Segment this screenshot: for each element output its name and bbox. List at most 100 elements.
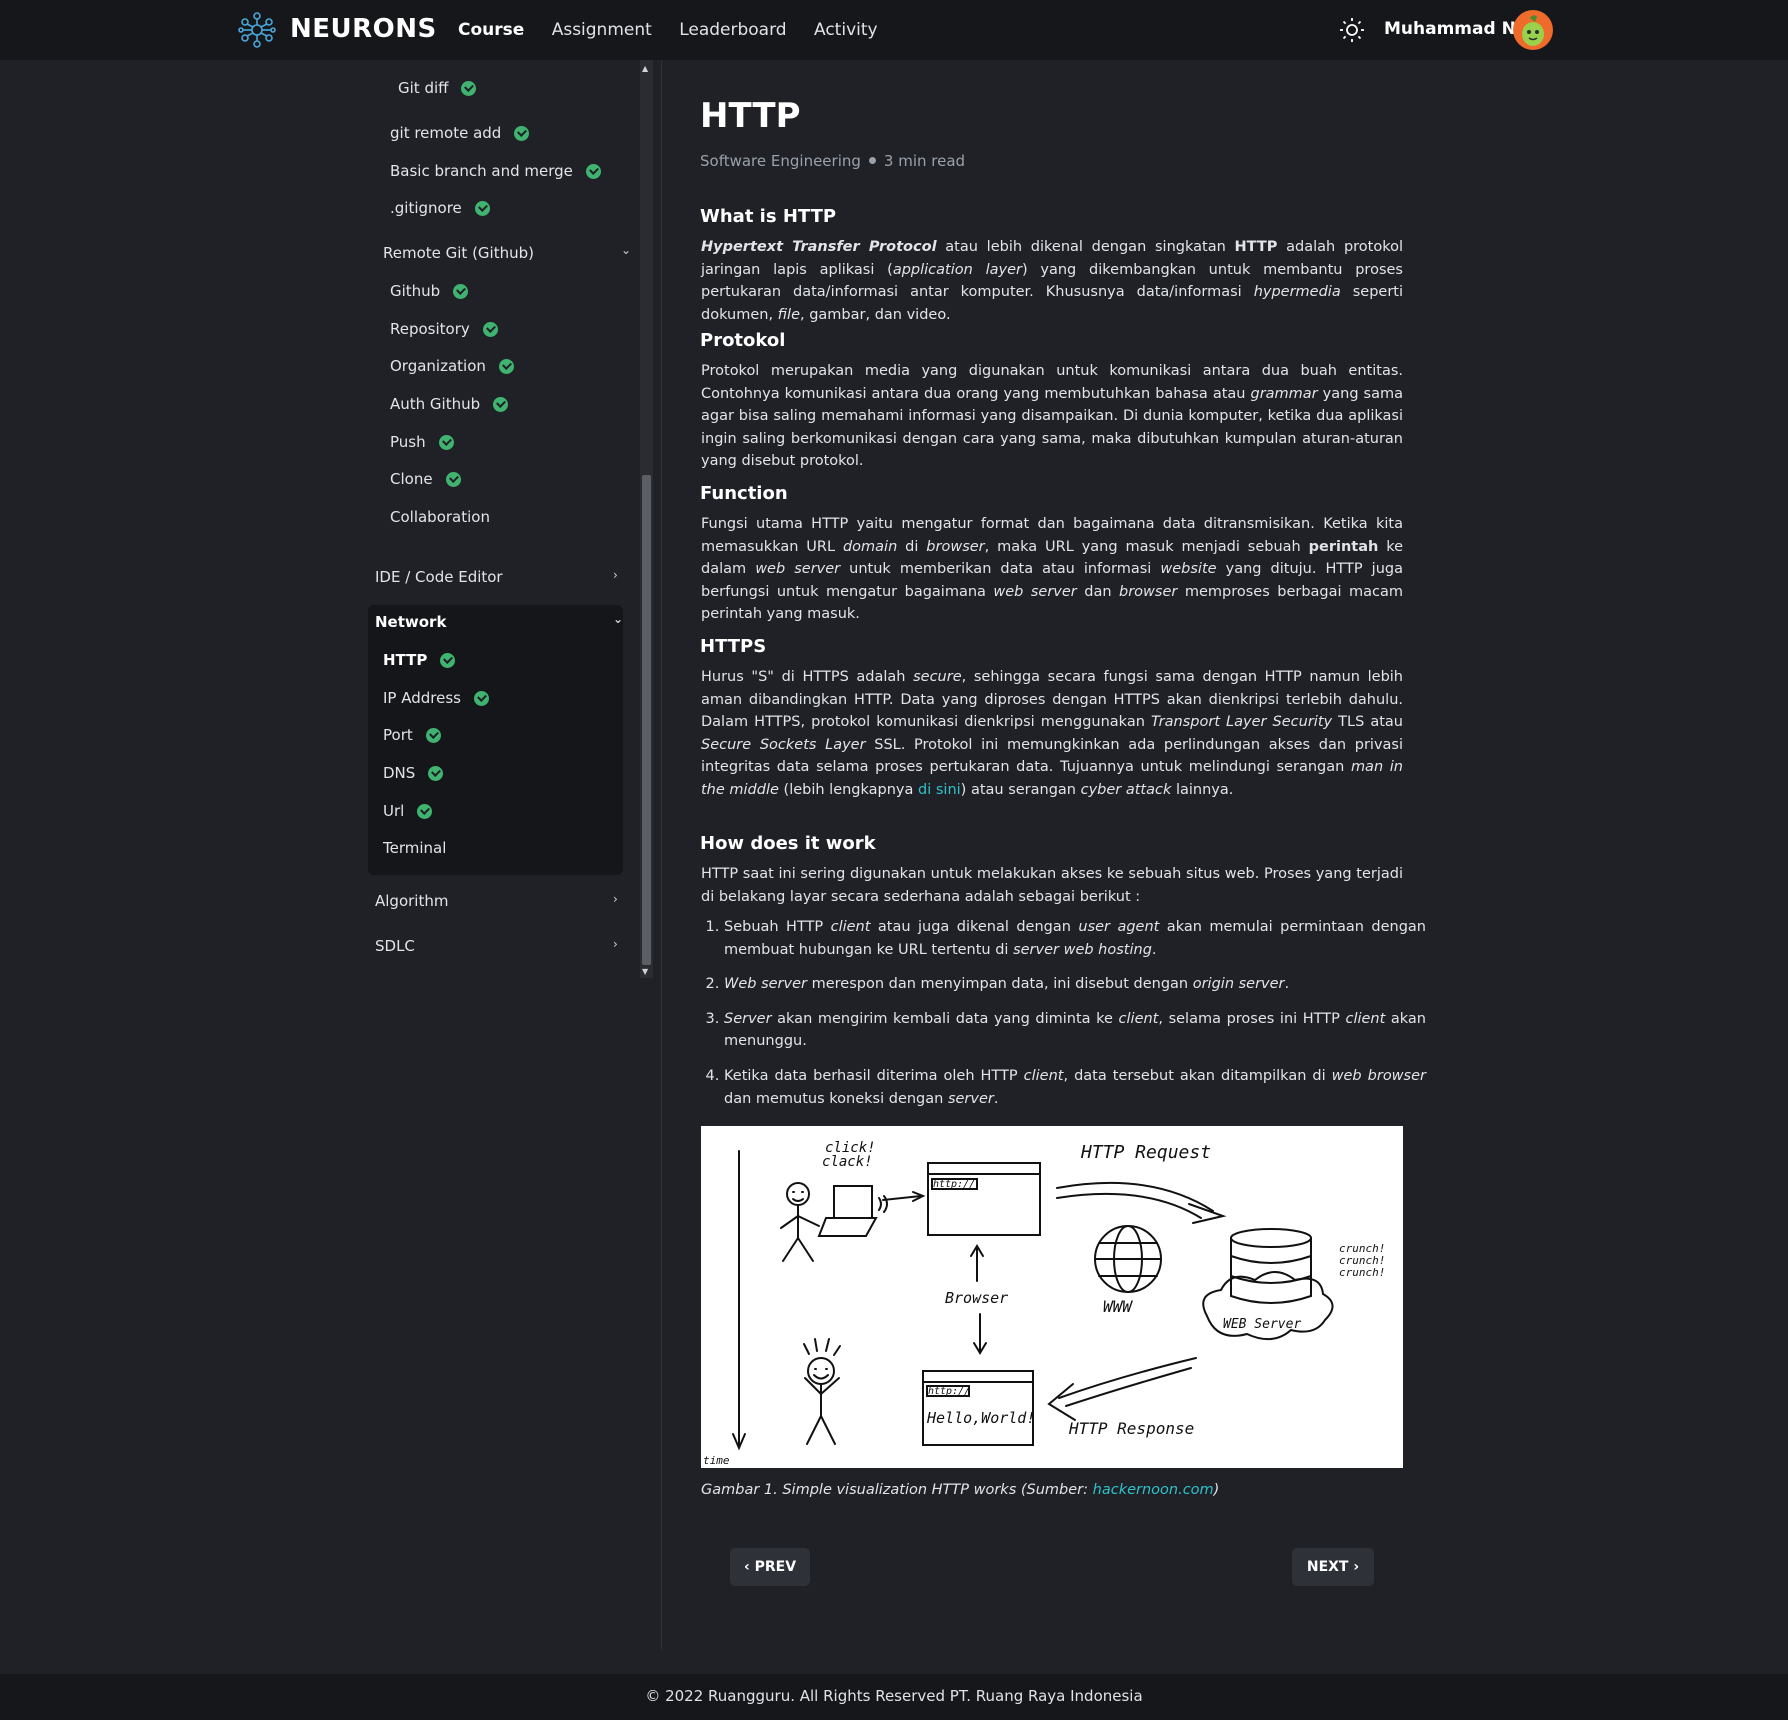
paragraph-function: Fungsi utama HTTP yaitu mengatur format … <box>701 516 1404 623</box>
hackernoon-link[interactable]: hackernoon.com <box>1093 1482 1214 1498</box>
heading-protokol: Protokol <box>700 330 786 351</box>
check-circle-icon <box>453 283 469 299</box>
heading-what-is-http: What is HTTP <box>700 206 837 227</box>
sidebar-section-algorithm[interactable]: Algorithm › <box>375 892 620 910</box>
scroll-down-icon[interactable]: ▼ <box>642 967 648 976</box>
check-circle-icon <box>473 690 489 706</box>
sun-icon[interactable] <box>1338 16 1366 44</box>
page-title: HTTP <box>700 96 801 136</box>
https-more-link[interactable]: di sini <box>918 782 961 798</box>
scroll-up-icon[interactable]: ▲ <box>642 64 648 73</box>
avatar[interactable] <box>1513 10 1553 50</box>
chevron-right-icon: › <box>613 937 618 951</box>
diagram-label-www: WWW <box>1103 1297 1133 1316</box>
nav-activity[interactable]: Activity <box>814 20 878 40</box>
check-circle-icon <box>417 803 433 819</box>
chevron-down-icon: ⌄ <box>621 243 632 257</box>
article-category: Software Engineering <box>700 152 861 170</box>
diagram-label-crunch-3: crunch! <box>1339 1266 1385 1279</box>
chevron-right-icon: › <box>613 892 618 906</box>
diagram-label-clack: clack! <box>822 1154 873 1170</box>
paragraph-https: Hurus "S" di HTTPS adalah secure, sehing… <box>701 669 1404 798</box>
diagram-label-time: time <box>703 1454 730 1467</box>
main-nav: Course Assignment Leaderboard Activity <box>458 20 900 40</box>
sidebar-item-github[interactable]: Github <box>390 282 469 300</box>
avatar-face-icon <box>1522 15 1544 46</box>
diagram-label-browser: Browser <box>945 1289 1008 1307</box>
sidebar-item-port[interactable]: Port <box>383 726 441 744</box>
figure-caption: Gambar 1. Simple visualization HTTP work… <box>701 1482 1220 1498</box>
list-item: Web server merespon dan menyimpan data, … <box>724 973 1426 996</box>
sidebar-item-url[interactable]: Url <box>383 802 433 820</box>
check-circle-icon <box>428 765 444 781</box>
chevron-right-icon: › <box>613 568 618 582</box>
dot-separator <box>868 157 876 164</box>
check-circle-icon <box>474 200 490 216</box>
sidebar-section-sdlc[interactable]: SDLC › <box>375 937 620 955</box>
check-circle-icon <box>438 434 454 450</box>
next-button[interactable]: NEXT › <box>1292 1548 1374 1586</box>
check-circle-icon <box>440 652 456 668</box>
prev-button[interactable]: ‹ PREV <box>730 1548 810 1586</box>
nav-course[interactable]: Course <box>458 20 524 40</box>
course-sidebar: Git diff git remote add Basic branch and… <box>368 60 632 980</box>
sidebar-section-network[interactable]: Network ⌄ <box>375 612 624 631</box>
user-name[interactable]: Muhammad N <box>1384 19 1516 39</box>
sidebar-item-collaboration[interactable]: Collaboration <box>390 508 490 526</box>
diagram-label-response: HTTP Response <box>1068 1419 1194 1438</box>
heading-function: Function <box>700 483 788 504</box>
diagram-label-hello-world: Hello,World! <box>926 1409 1035 1427</box>
brand-name[interactable]: NEURONS <box>290 14 437 44</box>
heading-https: HTTPS <box>700 636 767 657</box>
diagram-label-web-server: WEB Server <box>1223 1317 1301 1332</box>
check-circle-icon <box>461 80 477 96</box>
sidebar-item-ip-address[interactable]: IP Address <box>383 689 489 707</box>
list-item: Server akan mengirim kembali data yang d… <box>724 1008 1426 1053</box>
check-circle-icon <box>482 321 498 337</box>
sidebar-scrollbar[interactable]: ▲ ▼ <box>640 60 653 978</box>
sidebar-section-remote-git[interactable]: Remote Git (Github) ⌄ <box>383 243 632 262</box>
diagram-label-url-bottom: http:// <box>928 1386 970 1397</box>
neuron-logo-icon[interactable] <box>238 10 276 50</box>
paragraph-what-is-http: Hypertext Transfer Protocol atau lebih d… <box>701 239 1404 323</box>
article-read-time: 3 min read <box>883 152 966 170</box>
steps-list: Sebuah HTTP client atau juga dikenal den… <box>701 916 1426 1122</box>
check-circle-icon <box>425 727 441 743</box>
paragraph-protokol: Protokol merupakan media yang digunakan … <box>701 363 1404 470</box>
http-diagram-drawing: click! clack! HTTP Request http:// Brows… <box>703 1140 1385 1467</box>
chevron-down-icon: ⌄ <box>613 612 624 626</box>
sidebar-item-dns[interactable]: DNS <box>383 764 444 782</box>
content-divider <box>661 60 662 1650</box>
sidebar-item-repository[interactable]: Repository <box>390 320 498 338</box>
nav-leaderboard[interactable]: Leaderboard <box>679 20 786 40</box>
http-diagram-figure: click! clack! HTTP Request http:// Brows… <box>701 1126 1403 1468</box>
diagram-label-request: HTTP Request <box>1080 1142 1211 1163</box>
check-circle-icon <box>585 163 601 179</box>
sidebar-item-terminal[interactable]: Terminal <box>383 839 446 857</box>
check-circle-icon <box>493 396 509 412</box>
list-item: Ketika data berhasil diterima oleh HTTP … <box>724 1065 1426 1110</box>
top-navbar: NEURONS Course Assignment Leaderboard Ac… <box>0 0 1788 60</box>
sidebar-item-auth-github[interactable]: Auth Github <box>390 395 509 413</box>
sidebar-item-organization[interactable]: Organization <box>390 357 514 375</box>
sidebar-item-basic-branch-merge[interactable]: Basic branch and merge <box>390 162 601 180</box>
sidebar-section-ide[interactable]: IDE / Code Editor › <box>375 568 620 586</box>
diagram-label-url-top: http:// <box>933 1179 975 1190</box>
copyright-text: © 2022 Ruangguru. All Rights Reserved PT… <box>645 1687 1143 1705</box>
paragraph-how-intro: HTTP saat ini sering digunakan untuk mel… <box>701 866 1403 905</box>
heading-how-it-works: How does it work <box>700 833 876 854</box>
sidebar-item-push[interactable]: Push <box>390 433 454 451</box>
check-circle-icon <box>514 125 530 141</box>
sidebar-item-clone[interactable]: Clone <box>390 470 461 488</box>
article-meta: Software Engineering 3 min read <box>700 152 965 170</box>
nav-assignment[interactable]: Assignment <box>552 20 652 40</box>
sidebar-item-gitignore[interactable]: .gitignore <box>390 199 490 217</box>
check-circle-icon <box>498 358 514 374</box>
page-footer: © 2022 Ruangguru. All Rights Reserved PT… <box>0 1674 1788 1720</box>
list-item: Sebuah HTTP client atau juga dikenal den… <box>724 916 1426 961</box>
sidebar-item-git-diff[interactable]: Git diff <box>398 79 477 97</box>
sidebar-item-http[interactable]: HTTP <box>383 651 456 669</box>
scrollbar-thumb[interactable] <box>642 475 651 965</box>
sidebar-item-git-remote-add[interactable]: git remote add <box>390 124 530 142</box>
check-circle-icon <box>445 471 461 487</box>
